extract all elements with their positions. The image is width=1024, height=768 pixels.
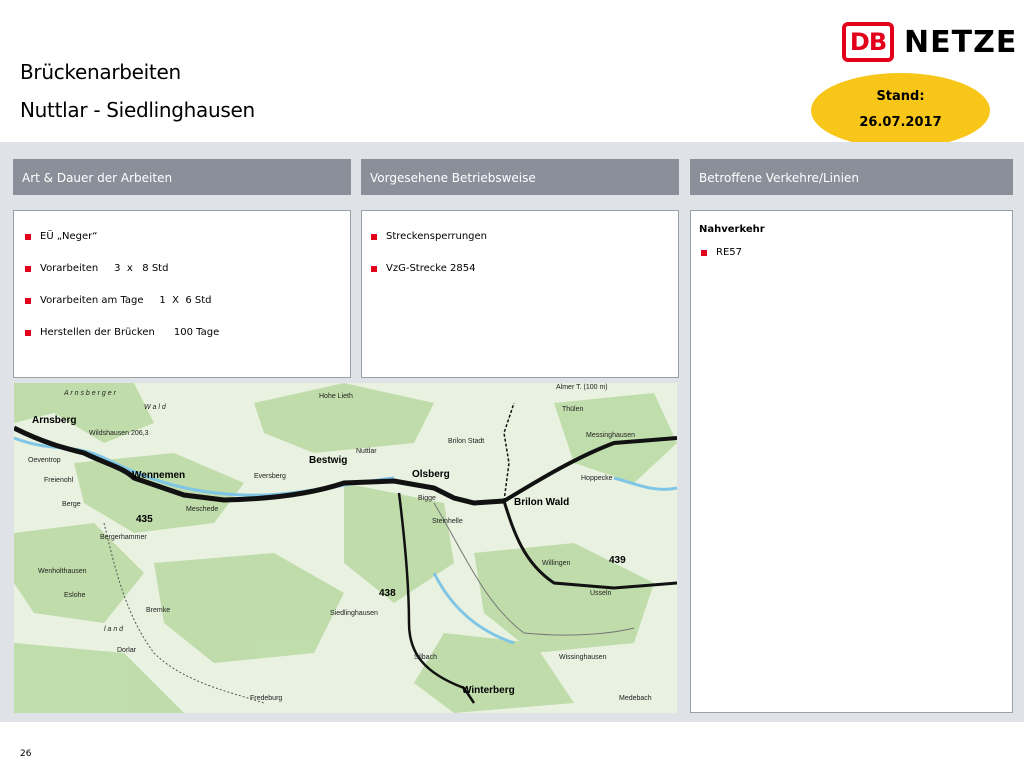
stand-label: Stand: xyxy=(876,89,925,104)
map-label-land: l a n d xyxy=(104,626,124,633)
map-label-messinghausen: Messinghausen xyxy=(586,432,635,439)
map-label-hohe-lieth: Hohe Lieth xyxy=(319,393,353,400)
map-label-thulen: Thülen xyxy=(562,406,584,413)
map-label-brilon-stadt: Brilon Stadt xyxy=(448,438,484,445)
map-label-steinhelle: Steinhelle xyxy=(432,518,463,525)
map-label-medebach: Medebach xyxy=(619,695,652,702)
map-label-meschede: Meschede xyxy=(186,506,218,513)
map-label-winterberg: Winterberg xyxy=(462,685,515,696)
map-label-wildshausen: Wildshausen 206,3 xyxy=(89,430,149,437)
map-label-brilon-wald: Brilon Wald xyxy=(514,497,569,508)
works-item-label: Vorarbeiten 3 x 8 Std xyxy=(40,263,169,274)
header-verkehre: Betroffene Verkehre/Linien xyxy=(690,159,1013,195)
traffic-box: Nahverkehr RE57 xyxy=(690,210,1013,713)
works-item-label: Herstellen der Brücken 100 Tage xyxy=(40,327,220,338)
map-label-arnsberg: Arnsberg xyxy=(32,415,76,426)
map-label-arnsberger: A r n s b e r g e r xyxy=(63,390,117,397)
traffic-line-item: RE57 xyxy=(701,247,742,258)
works-box: EÜ „Neger“ Vorarbeiten 3 x 8 Std Vorarbe… xyxy=(13,210,351,378)
map-label-oeventrop: Oeventrop xyxy=(28,457,61,464)
bullet-icon xyxy=(701,249,707,256)
works-item-label: EÜ „Neger“ xyxy=(40,231,98,242)
header-betriebsweise: Vorgesehene Betriebsweise xyxy=(361,159,679,195)
map-label-willingen: Willingen xyxy=(542,560,571,567)
works-item: Herstellen der Brücken 100 Tage xyxy=(25,327,219,338)
header-art-dauer: Art & Dauer der Arbeiten xyxy=(13,159,351,195)
map-label-eversberg: Eversberg xyxy=(254,473,286,480)
operation-item: VzG-Strecke 2854 xyxy=(371,263,475,274)
works-item: Vorarbeiten am Tage 1 X 6 Std xyxy=(25,295,212,306)
bullet-icon xyxy=(25,329,31,336)
map-label-435: 435 xyxy=(136,514,153,525)
map-label-eslohe: Eslohe xyxy=(64,592,86,599)
map-label-silbach: Silbach xyxy=(414,654,437,661)
map-label-siedlinghausen: Siedlinghausen xyxy=(330,610,378,617)
map-label-olsberg: Olsberg xyxy=(412,469,450,480)
bullet-icon xyxy=(25,265,31,272)
stand-date: 26.07.2017 xyxy=(859,115,942,130)
map-label-wald: W a l d xyxy=(144,404,167,411)
works-item-label: Vorarbeiten am Tage 1 X 6 Std xyxy=(40,295,212,306)
map-label-nuttlar: Nuttlar xyxy=(356,448,377,455)
operation-box: Streckensperrungen VzG-Strecke 2854 xyxy=(361,210,679,378)
map-label-usseln: Usseln xyxy=(590,590,612,597)
page-number: 26 xyxy=(20,749,32,759)
works-item: EÜ „Neger“ xyxy=(25,231,97,242)
bullet-icon xyxy=(371,233,377,240)
bullet-icon xyxy=(25,297,31,304)
bullet-icon xyxy=(25,233,31,240)
db-logo-mark: DB xyxy=(842,22,894,62)
route-map: Arnsberg Wennemen Bestwig Olsberg Brilon… xyxy=(14,383,677,713)
operation-item-label: VzG-Strecke 2854 xyxy=(386,263,476,274)
map-label-bremke: Bremke xyxy=(146,607,170,614)
map-label-dorlar: Dorlar xyxy=(117,647,137,654)
page-title-line1: Brückenarbeiten xyxy=(20,60,181,84)
map-label-freienohl: Freienohl xyxy=(44,477,74,484)
traffic-line-label: RE57 xyxy=(716,247,742,258)
traffic-heading: Nahverkehr xyxy=(699,224,765,235)
map-label-wissinghausen: Wissinghausen xyxy=(559,654,607,661)
map-label-wenholthausen: Wenholthausen xyxy=(38,568,87,575)
route-map-svg: Arnsberg Wennemen Bestwig Olsberg Brilon… xyxy=(14,383,677,713)
map-label-bergerhammer: Bergerhammer xyxy=(100,534,147,541)
db-netze-logo: DB NETZE xyxy=(842,21,1017,63)
map-label-439: 439 xyxy=(609,555,626,566)
map-label-438: 438 xyxy=(379,588,396,599)
works-item: Vorarbeiten 3 x 8 Std xyxy=(25,263,168,274)
netze-logo-text: NETZE xyxy=(904,24,1018,60)
operation-item-label: Streckensperrungen xyxy=(386,231,488,242)
page-title-line2: Nuttlar - Siedlinghausen xyxy=(20,98,255,122)
map-label-berge: Berge xyxy=(62,501,81,508)
map-label-bigge: Bigge xyxy=(418,495,436,502)
map-label-hoppecke: Hoppecke xyxy=(581,475,613,482)
map-label-fredeburg: Fredeburg xyxy=(250,695,282,702)
operation-item: Streckensperrungen xyxy=(371,231,487,242)
map-label-bestwig: Bestwig xyxy=(309,455,347,466)
map-label-almer: Almer T. (100 m) xyxy=(556,384,608,391)
stand-badge: Stand: 26.07.2017 xyxy=(811,73,990,148)
bullet-icon xyxy=(371,265,377,272)
map-label-wennemen: Wennemen xyxy=(132,470,185,481)
